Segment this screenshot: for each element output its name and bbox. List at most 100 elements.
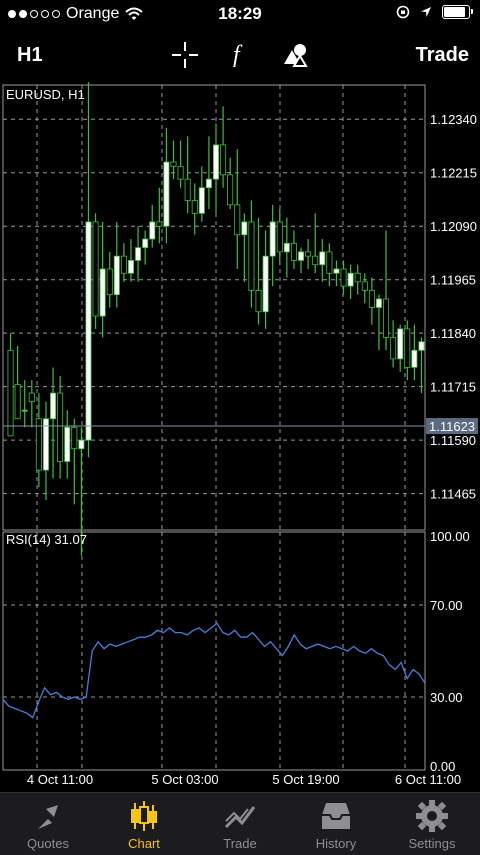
candle-body: [198, 187, 205, 214]
candle-body: [120, 255, 127, 274]
candle-body: [347, 272, 354, 287]
rsi-indicator: [2, 622, 426, 719]
candle-body: [290, 242, 297, 261]
candle-body: [404, 328, 411, 368]
status-bar: Orange 18:29: [0, 0, 480, 28]
candle: [113, 221, 120, 308]
function-icon[interactable]: f: [224, 40, 254, 70]
shapes-icon[interactable]: [280, 40, 310, 70]
candle-body: [57, 392, 64, 462]
candle: [64, 410, 71, 479]
price-tick-label: 1.12215: [430, 166, 477, 181]
candle: [241, 213, 248, 282]
candle-body: [276, 221, 283, 253]
tab-label: Settings: [408, 836, 456, 851]
candle: [191, 183, 198, 235]
candle: [163, 127, 170, 244]
candle-body: [241, 221, 248, 236]
trade-button[interactable]: Trade: [416, 44, 469, 67]
candle-body: [78, 439, 85, 450]
candle: [234, 149, 241, 269]
candle-body: [262, 255, 269, 313]
price-chart[interactable]: 1.12340 1.12215 1.12090 1.11965 1.11840 1.117…: [0, 82, 480, 790]
candle: [7, 333, 14, 437]
battery-icon: [442, 5, 473, 19]
candle-body: [191, 200, 198, 214]
candle: [21, 380, 28, 428]
rsi-panel-frame: [2, 531, 426, 771]
tab-label: Chart: [128, 836, 160, 851]
candle-body: [354, 272, 361, 283]
candle-body: [383, 298, 390, 338]
candle: [198, 166, 205, 222]
candle-body: [106, 268, 113, 296]
candle: [404, 320, 411, 381]
candle-body: [305, 251, 312, 257]
candle-body: [220, 144, 227, 176]
tab-history[interactable]: History: [288, 793, 384, 855]
quotes-arrows-icon: [36, 805, 58, 829]
candle: [312, 213, 319, 274]
candle: [383, 230, 390, 351]
candle-body: [156, 221, 163, 227]
candle: [290, 230, 297, 269]
candle: [390, 320, 397, 368]
crosshair-icon[interactable]: [170, 40, 200, 70]
timeframe-button[interactable]: H1: [17, 44, 43, 67]
candle: [262, 230, 269, 329]
price-tick-label: 1.12090: [430, 219, 477, 234]
candle: [276, 209, 283, 265]
candle-body: [50, 392, 57, 420]
candle: [149, 204, 156, 248]
status-right: [396, 5, 473, 19]
tab-label: Quotes: [27, 836, 69, 851]
candle: [127, 239, 134, 282]
candle-body: [184, 178, 191, 201]
chart-toolbar: H1 f Trade: [0, 30, 480, 80]
location-arrow-icon: [421, 7, 431, 17]
candle: [248, 200, 255, 308]
candle-body: [170, 161, 177, 167]
time-axis-label: 5 Oct 03:00: [151, 772, 218, 787]
candle: [85, 82, 92, 458]
tab-bar: Quotes Chart Trade History Settings: [0, 792, 480, 855]
tab-label: History: [315, 836, 357, 851]
candle-body: [340, 268, 347, 287]
candle: [298, 247, 305, 274]
price-tick-label: 1.11965: [430, 273, 476, 288]
candle-body: [312, 255, 319, 266]
candle: [220, 106, 227, 188]
time-axis-label: 6 Oct 11:00: [395, 772, 461, 787]
candle-body: [28, 392, 35, 403]
candle: [142, 230, 149, 265]
candle: [42, 401, 49, 501]
price-tick-label: 1.11840: [430, 326, 476, 341]
candle-body: [298, 251, 305, 261]
candle: [418, 337, 425, 394]
candle: [71, 418, 78, 505]
candle-body: [326, 251, 333, 274]
candle-body: [368, 289, 375, 308]
candle: [170, 140, 177, 180]
candle-body: [375, 298, 382, 308]
candle-body: [248, 221, 255, 291]
candle: [14, 346, 21, 420]
candle: [340, 260, 347, 295]
candle-body: [113, 255, 120, 296]
candle-body: [177, 165, 184, 180]
tab-chart[interactable]: Chart: [96, 793, 192, 855]
tab-quotes[interactable]: Quotes: [0, 793, 96, 855]
candle: [28, 380, 35, 428]
candle-body: [14, 384, 21, 420]
candle-body: [390, 337, 397, 360]
tab-trade[interactable]: Trade: [192, 793, 288, 855]
time-axis-label: 5 Oct 19:00: [272, 772, 339, 787]
candle-body: [99, 268, 106, 317]
candle-body: [127, 260, 134, 274]
candle: [347, 264, 354, 299]
tab-settings[interactable]: Settings: [384, 793, 480, 855]
candle: [368, 277, 375, 325]
candlestick-chart-icon: [131, 801, 157, 831]
candle: [120, 243, 127, 282]
rsi-tick-label: 100.00: [430, 529, 470, 544]
